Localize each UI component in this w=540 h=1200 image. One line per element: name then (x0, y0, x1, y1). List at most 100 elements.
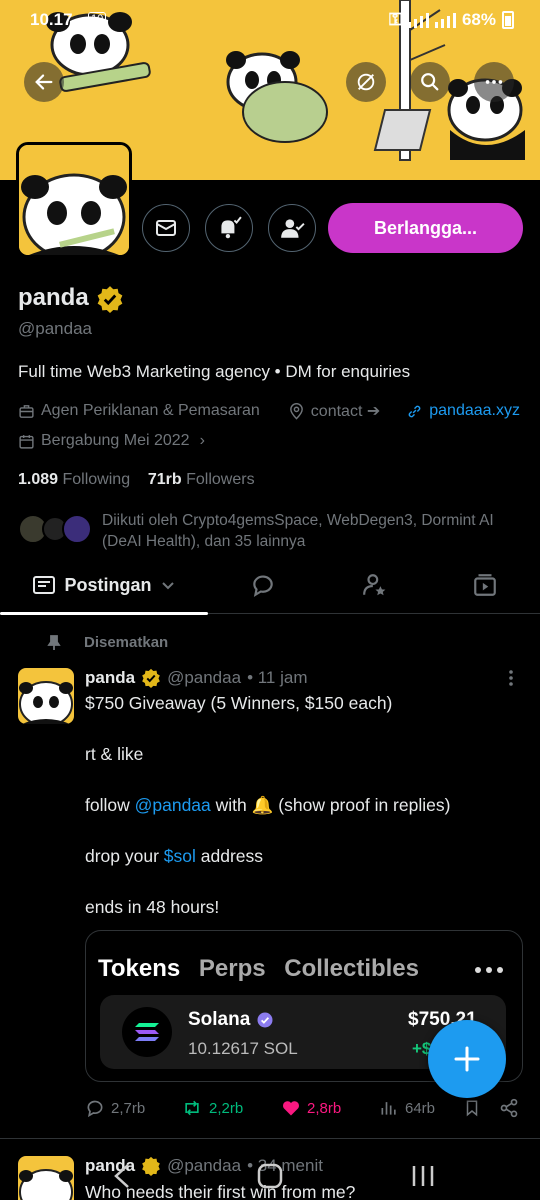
tweet-more-button[interactable] (504, 668, 518, 693)
token-name: Solana (188, 1009, 251, 1030)
like-button[interactable]: 2,8rb (281, 1098, 341, 1118)
following-count-link[interactable]: 1.089 Following (18, 471, 130, 488)
mention-link[interactable]: @pandaa (135, 795, 211, 815)
profile-meta-row: Agen Periklanan & Pemasaran contact ➔ pa… (18, 401, 520, 421)
following-button[interactable] (268, 204, 316, 252)
chevron-left-icon (114, 1164, 129, 1188)
notifications-button[interactable] (205, 204, 253, 252)
profile-bio: Full time Web3 Marketing agency • DM for… (18, 362, 411, 381)
key-icon: ⚿ (389, 10, 402, 29)
briefcase-icon (19, 404, 34, 418)
compose-button[interactable] (428, 1020, 506, 1098)
grok-button[interactable] (346, 62, 386, 102)
views-button[interactable]: 64rb (379, 1098, 435, 1118)
message-button[interactable] (142, 204, 190, 252)
followed-by-text[interactable]: Diikuti oleh Crypto4gemsSpace, WebDegen3… (102, 510, 522, 552)
wallet-tab-collectibles: Collectibles (284, 955, 420, 982)
tab-posts[interactable]: Postingan (0, 556, 208, 615)
tab-highlights[interactable] (342, 556, 408, 614)
media-play-icon (474, 574, 496, 596)
joined-row[interactable]: Bergabung Mei 2022 › (18, 432, 205, 450)
reply-count: 2,7rb (111, 1099, 146, 1117)
tweet-divider (0, 1138, 540, 1139)
battery-percent: 68% (461, 10, 496, 29)
heart-icon (282, 1101, 300, 1116)
profile-handle: @pandaa (18, 319, 92, 338)
wallet-tabs: Tokens Perps Collectibles (98, 955, 431, 983)
location-pin-icon (289, 402, 303, 420)
person-check-icon (281, 219, 305, 238)
followers-count-link[interactable]: 71rb Followers (148, 471, 255, 488)
cashtag-link[interactable]: $sol (164, 846, 196, 866)
chevron-right-icon: › (199, 432, 205, 449)
website-link[interactable]: pandaaa.xyz (429, 402, 520, 420)
tweet-actions: 2,7rb 2,2rb 2,8rb 64rb (85, 1098, 525, 1124)
follow-counts: 1.089 Following 71rb Followers (18, 471, 255, 489)
back-button[interactable] (24, 62, 64, 102)
nav-home-button[interactable] (256, 1162, 284, 1195)
status-notification-badge: 10 (88, 12, 107, 26)
recents-icon (412, 1166, 434, 1186)
tab-posts-label: Postingan (64, 574, 152, 595)
tweet-author-name[interactable]: panda (85, 668, 135, 688)
tab-media[interactable] (452, 556, 518, 614)
pinned-indicator: Disematkan (46, 634, 168, 651)
profile-category: Agen Periklanan & Pemasaran (41, 402, 260, 419)
tweet-text-line-2: rt & like (85, 744, 144, 764)
bell-check-icon (221, 216, 242, 239)
token-verified-icon (257, 1012, 273, 1028)
tweet-text-line-1: $750 Giveaway (5 Winners, $150 each) (85, 693, 393, 713)
system-navigation-bar (0, 1150, 540, 1200)
status-time: 10.17 (30, 10, 73, 29)
tab-replies[interactable] (230, 556, 296, 614)
more-button[interactable] (474, 62, 514, 102)
profile-name: panda (18, 284, 89, 311)
panda-avatar-image (19, 145, 129, 255)
verified-badge-icon (142, 668, 160, 688)
pinned-label: Disematkan (84, 634, 169, 651)
reply-button[interactable]: 2,7rb (85, 1098, 145, 1118)
nav-back-button[interactable] (110, 1162, 134, 1195)
verified-badge-icon[interactable] (96, 285, 124, 313)
contact-link[interactable]: contact ➔ (311, 401, 380, 421)
bookmark-button[interactable] (463, 1098, 481, 1118)
search-icon (421, 73, 439, 91)
repost-button[interactable]: 2,2rb (181, 1098, 243, 1118)
tweet-time[interactable]: • 11 jam (247, 668, 307, 688)
tweet-avatar[interactable] (18, 668, 74, 724)
arrow-left-icon (35, 74, 53, 90)
tweet-header: panda @pandaa • 11 jam (85, 668, 308, 688)
view-count: 64rb (405, 1099, 436, 1117)
share-button[interactable] (499, 1098, 519, 1118)
person-star-icon (363, 574, 386, 596)
tweet-author-handle[interactable]: @pandaa (167, 668, 241, 688)
pin-icon (47, 634, 61, 650)
tweet-text-line-4: drop your $sol address (85, 846, 264, 866)
signal-2-icon (434, 12, 456, 28)
chevron-down-icon (161, 582, 174, 590)
more-vertical-icon (509, 670, 513, 686)
repost-icon (185, 1100, 199, 1116)
bookmark-icon (466, 1100, 478, 1117)
profile-avatar[interactable] (16, 142, 132, 258)
battery-icon (502, 11, 514, 29)
reply-icon (87, 1100, 103, 1118)
grok-icon (357, 73, 375, 91)
wallet-tab-perps: Perps (198, 955, 266, 982)
solana-logo-icon (122, 1007, 172, 1057)
nav-recents-button[interactable] (410, 1162, 436, 1195)
plus-icon (454, 1046, 480, 1072)
token-amount: 10.12617 SOL (188, 1039, 298, 1058)
home-square-icon (257, 1163, 283, 1189)
reply-bubble-icon (253, 575, 273, 597)
calendar-icon (19, 434, 34, 449)
signal-icon (407, 12, 429, 28)
search-button[interactable] (410, 62, 450, 102)
subscribe-button[interactable]: Berlangga... (328, 203, 523, 253)
more-horizontal-icon (475, 967, 503, 973)
follower-avatar-3 (62, 514, 92, 544)
views-chart-icon (381, 1102, 396, 1115)
wallet-tab-tokens: Tokens (98, 955, 181, 982)
profile-tabs: Postingan (0, 556, 540, 615)
panda-avatar-image (19, 681, 73, 724)
